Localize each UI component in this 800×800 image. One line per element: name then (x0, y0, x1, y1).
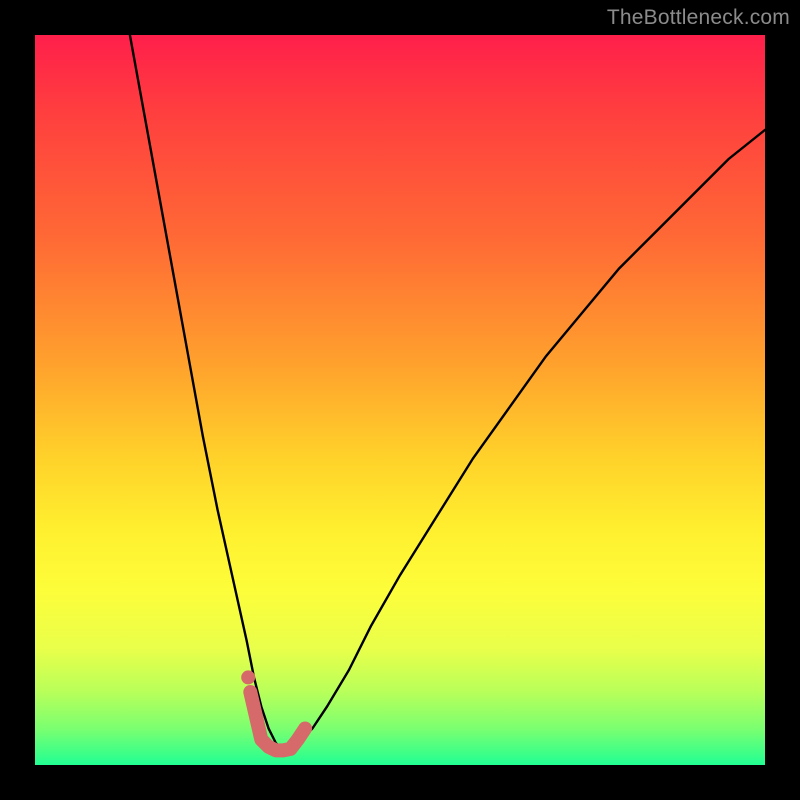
chart-svg (35, 35, 765, 765)
chart-frame: TheBottleneck.com (0, 0, 800, 800)
chart-plot-area (35, 35, 765, 765)
highlight-marker-dot (241, 670, 255, 684)
bottleneck-curve (130, 35, 765, 750)
highlight-marker-path (250, 692, 305, 750)
watermark-text: TheBottleneck.com (607, 6, 790, 30)
